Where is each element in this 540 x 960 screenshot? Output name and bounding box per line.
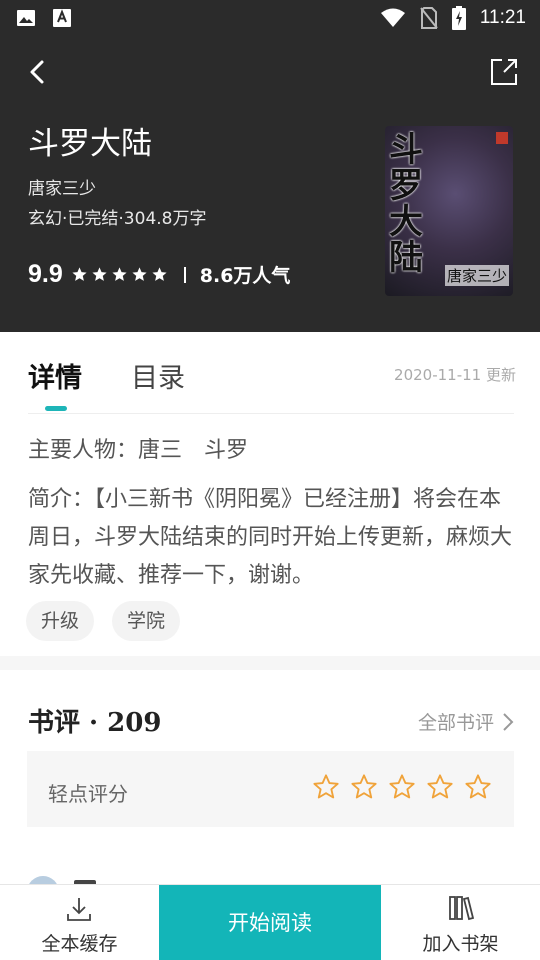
book-title: 斗罗大陆 [28, 126, 152, 162]
divider [183, 266, 186, 283]
tab-bar: 详情 目录 2020-11-11 更新 [0, 332, 540, 414]
rating-stars [71, 266, 168, 283]
add-to-shelf-label: 加入书架 [422, 933, 499, 955]
book-cover[interactable]: 斗罗大陆 唐家三少 [385, 126, 513, 296]
all-reviews-link[interactable]: 全部书评 [418, 708, 514, 735]
book-header: 11:21 斗罗大陆 唐家三少 玄幻·已完结·304.8万字 9.9 8.6万人… [0, 0, 540, 332]
chevron-right-icon [503, 712, 514, 731]
update-date: 2020-11-11 更新 [394, 366, 516, 384]
download-all-label: 全本缓存 [41, 933, 118, 955]
book-meta: 玄幻·已完结·304.8万字 [28, 209, 207, 229]
star-filled-icon [92, 267, 107, 281]
tag-chip[interactable]: 学院 [112, 601, 181, 641]
back-button[interactable] [24, 58, 52, 86]
book-author[interactable]: 唐家三少 [28, 174, 96, 199]
divider [28, 413, 514, 414]
star-filled-icon [152, 267, 167, 281]
text-a-icon [53, 9, 71, 27]
rating-row: 9.9 8.6万人气 [28, 260, 290, 289]
all-reviews-label: 全部书评 [417, 712, 494, 734]
rate-stars [312, 773, 492, 801]
star-outline-icon[interactable] [464, 773, 492, 801]
rate-box: 轻点评分 [27, 751, 514, 827]
add-to-shelf-button[interactable]: 加入书架 [381, 885, 540, 960]
no-sim-icon [420, 7, 438, 29]
star-outline-icon[interactable] [350, 773, 378, 801]
tag-list: 升级 学院 [26, 601, 181, 641]
status-bar: 11:21 [0, 0, 540, 38]
bottom-action-bar: 全本缓存 开始阅读 加入书架 [0, 884, 540, 960]
star-filled-icon [72, 267, 87, 281]
tab-indicator [45, 406, 67, 411]
tab-detail[interactable]: 详情 [28, 356, 82, 395]
start-reading-button[interactable]: 开始阅读 [159, 885, 381, 960]
wifi-icon [380, 8, 405, 27]
cover-title: 斗罗大陆 [389, 130, 423, 278]
tab-toc[interactable]: 目录 [131, 356, 185, 395]
cover-seal [496, 132, 508, 144]
tag-chip[interactable]: 升级 [26, 601, 95, 641]
bookshelf-icon [449, 896, 475, 921]
image-icon [17, 10, 35, 26]
rate-prompt: 轻点评分 [48, 782, 128, 806]
battery-charging-icon [451, 6, 466, 30]
rating-score: 9.9 [28, 260, 63, 288]
status-time: 11:21 [479, 7, 526, 28]
star-outline-icon[interactable] [312, 773, 340, 801]
star-outline-icon[interactable] [426, 773, 454, 801]
download-icon [67, 898, 91, 921]
cover-author: 唐家三少 [444, 265, 509, 286]
share-button[interactable] [490, 58, 518, 86]
star-outline-icon[interactable] [388, 773, 416, 801]
main-characters: 主要人物：唐三 斗罗 [28, 438, 249, 463]
section-divider [0, 656, 540, 670]
star-filled-icon [132, 267, 147, 281]
star-filled-icon [112, 267, 127, 281]
popularity: 8.6万人气 [199, 265, 291, 287]
download-all-button[interactable]: 全本缓存 [0, 885, 159, 960]
reviews-title: 书评 · 209 [28, 708, 162, 738]
book-intro: 简介：【小三新书《阴阳冕》已经注册】将会在本周日，斗罗大陆结束的同时开始上传更新… [28, 487, 513, 588]
